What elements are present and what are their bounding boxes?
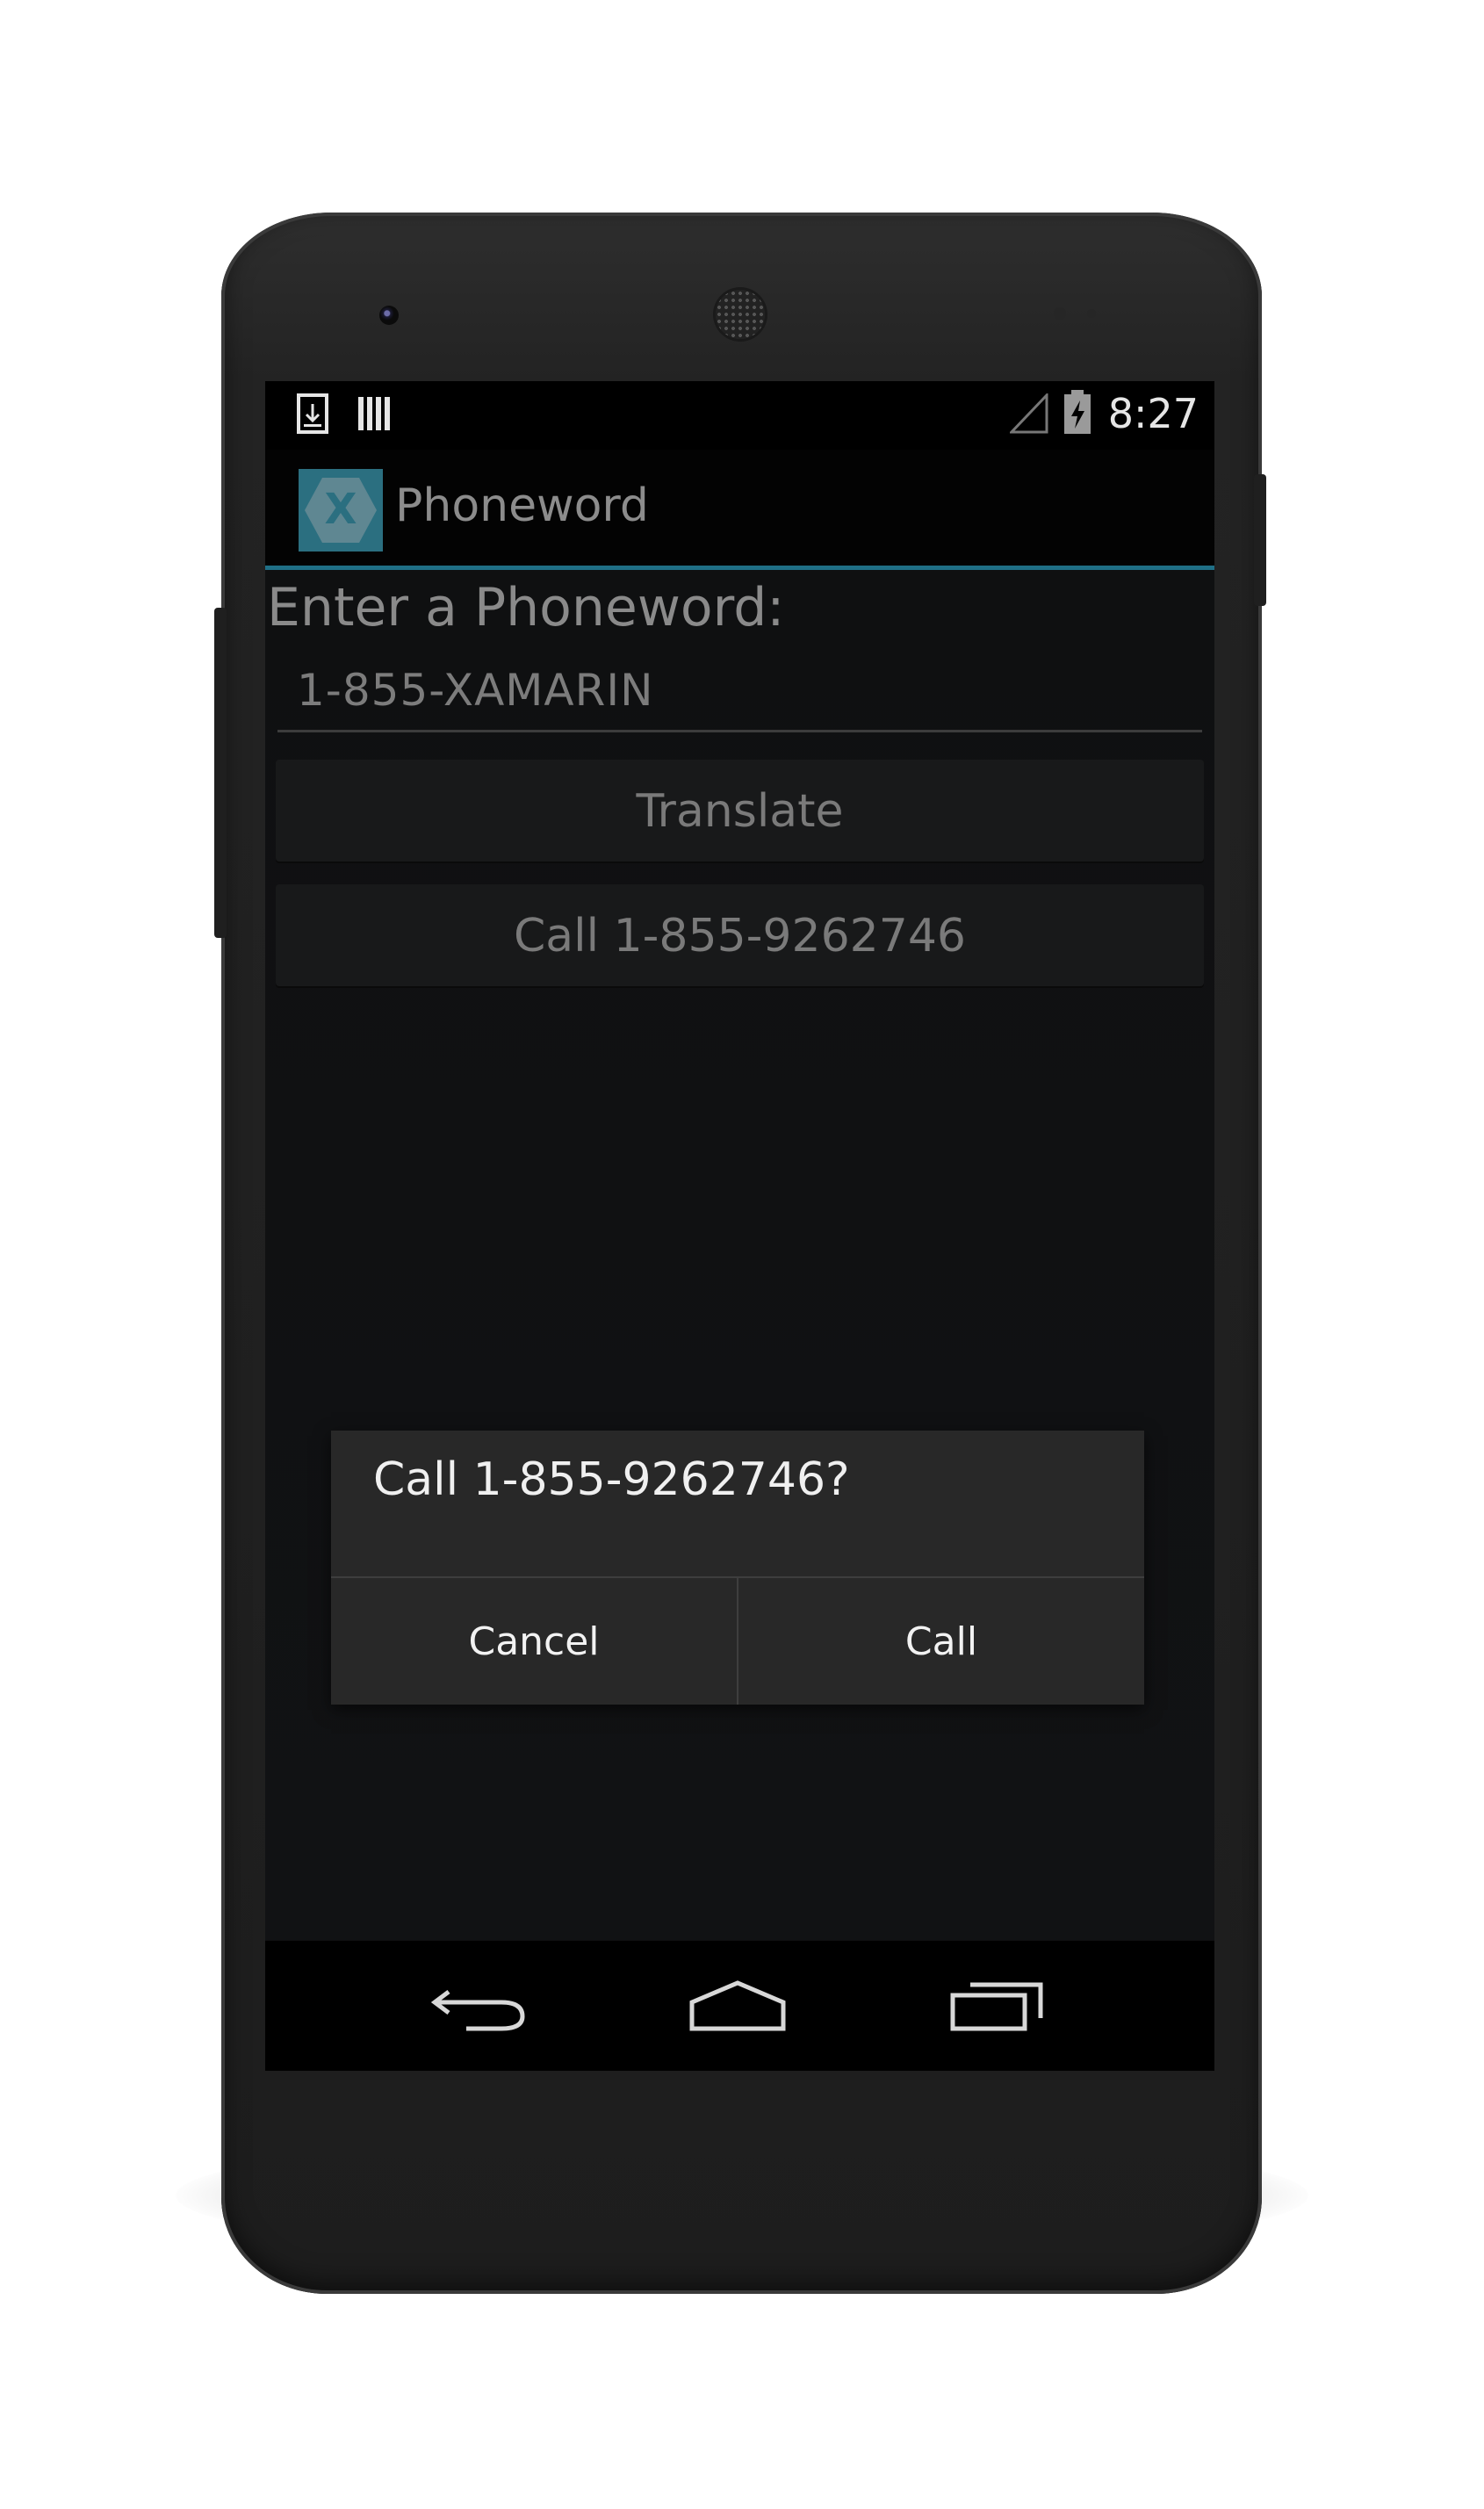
earpiece-speaker <box>716 290 765 339</box>
svg-text:X: X <box>324 485 357 534</box>
power-button <box>1254 474 1266 606</box>
app-title: Phoneword <box>395 479 649 532</box>
back-icon[interactable] <box>427 1974 532 2037</box>
call-button[interactable]: Call 1-855-9262746 <box>276 884 1204 988</box>
translate-button-label: Translate <box>636 785 844 838</box>
barcode-notification-icon <box>357 393 392 437</box>
front-camera <box>379 306 399 325</box>
dialog-cancel-label: Cancel <box>468 1619 600 1664</box>
status-bar: 8:27 <box>265 381 1214 450</box>
home-icon[interactable] <box>685 1974 790 2037</box>
phoneword-input-value: 1-855-XAMARIN <box>297 665 654 716</box>
volume-button <box>214 608 227 938</box>
action-bar: X Phoneword <box>265 450 1214 570</box>
dialog-message: Call 1-855-9262746? <box>373 1453 850 1506</box>
dialog-call-label: Call <box>904 1619 978 1664</box>
device-screen: 8:27 X Phoneword Enter a Phoneword: 1-85… <box>265 381 1214 2071</box>
phoneword-input[interactable]: 1-855-XAMARIN <box>277 654 1202 732</box>
call-button-label: Call 1-855-9262746 <box>513 910 967 963</box>
status-clock: 8:27 <box>1107 390 1199 437</box>
dialog-call-button[interactable]: Call <box>738 1578 1144 1705</box>
proximity-sensor <box>1054 307 1066 320</box>
navigation-bar <box>265 1941 1214 2071</box>
battery-charging-icon <box>1063 390 1092 439</box>
recents-icon[interactable] <box>945 1974 1050 2037</box>
dialog-cancel-button[interactable]: Cancel <box>331 1578 737 1705</box>
signal-icon <box>1008 392 1048 437</box>
phoneword-label: Enter a Phoneword: <box>267 577 785 638</box>
light-sensor <box>1087 309 1096 318</box>
translate-button[interactable]: Translate <box>276 760 1204 863</box>
main-content: Enter a Phoneword: 1-855-XAMARIN Transla… <box>265 570 1214 1940</box>
download-notification-icon <box>297 393 328 437</box>
call-confirm-dialog: Call 1-855-9262746? Cancel Call <box>331 1431 1144 1705</box>
app-logo-icon[interactable]: X <box>299 469 383 552</box>
